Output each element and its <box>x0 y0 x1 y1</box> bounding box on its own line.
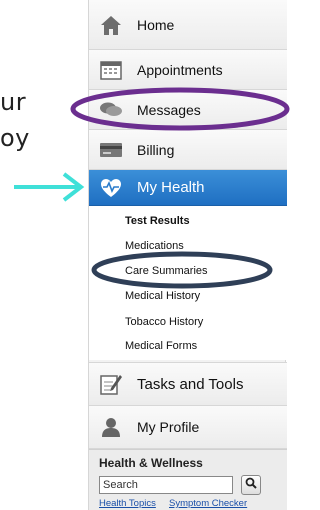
subnav-item-care-summaries[interactable]: Care Summaries <box>125 265 208 277</box>
health-topics-link[interactable]: Health Topics <box>99 498 156 509</box>
health-wellness-title: Health & Wellness <box>99 456 203 470</box>
symptom-checker-link[interactable]: Symptom Checker <box>169 498 247 509</box>
notepad-pencil-icon <box>99 372 123 396</box>
nav-item-appointments[interactable]: Appointments <box>89 50 287 90</box>
nav-item-home[interactable]: Home <box>89 0 287 50</box>
subnav-item-tobacco-history[interactable]: Tobacco History <box>125 316 203 328</box>
nav-label-home: Home <box>137 16 175 33</box>
nav-label-my-profile: My Profile <box>137 419 200 435</box>
heart-pulse-icon <box>99 176 123 200</box>
subnav-item-medical-history[interactable]: Medical History <box>125 290 200 302</box>
calendar-icon <box>99 58 123 82</box>
user-silhouette-icon <box>99 415 123 439</box>
nav-item-messages[interactable]: Messages <box>89 90 287 130</box>
health-search-input[interactable]: Search <box>99 476 233 494</box>
background-text-line1: ur <box>0 88 27 116</box>
nav-item-my-profile[interactable]: My Profile <box>89 406 287 449</box>
home-icon <box>99 13 123 37</box>
nav-label-my-health: My Health <box>137 179 205 196</box>
my-health-subnav: Test Results Medications Care Summaries … <box>89 206 287 360</box>
sidebar-nav: Home Appointments Messages Billing My He… <box>88 0 287 510</box>
nav-label-appointments: Appointments <box>137 61 223 78</box>
nav-item-billing[interactable]: Billing <box>89 130 287 170</box>
background-text-line2: oy <box>0 124 30 152</box>
nav-item-my-health[interactable]: My Health <box>89 170 287 206</box>
nav-label-tasks-and-tools: Tasks and Tools <box>137 375 244 393</box>
credit-card-icon <box>99 138 123 162</box>
subnav-item-medical-forms[interactable]: Medical Forms <box>125 340 197 352</box>
subnav-item-test-results[interactable]: Test Results <box>125 215 190 227</box>
arrow-icon <box>14 172 85 202</box>
search-icon <box>245 476 257 494</box>
chat-bubbles-icon <box>99 98 123 122</box>
health-wellness-panel: Health & Wellness Search Health Topics S… <box>89 449 287 510</box>
nav-label-messages: Messages <box>137 101 201 118</box>
search-button[interactable] <box>241 475 261 495</box>
nav-item-tasks-and-tools[interactable]: Tasks and Tools <box>89 362 287 406</box>
nav-label-billing: Billing <box>137 141 175 158</box>
subnav-item-medications[interactable]: Medications <box>125 240 184 252</box>
